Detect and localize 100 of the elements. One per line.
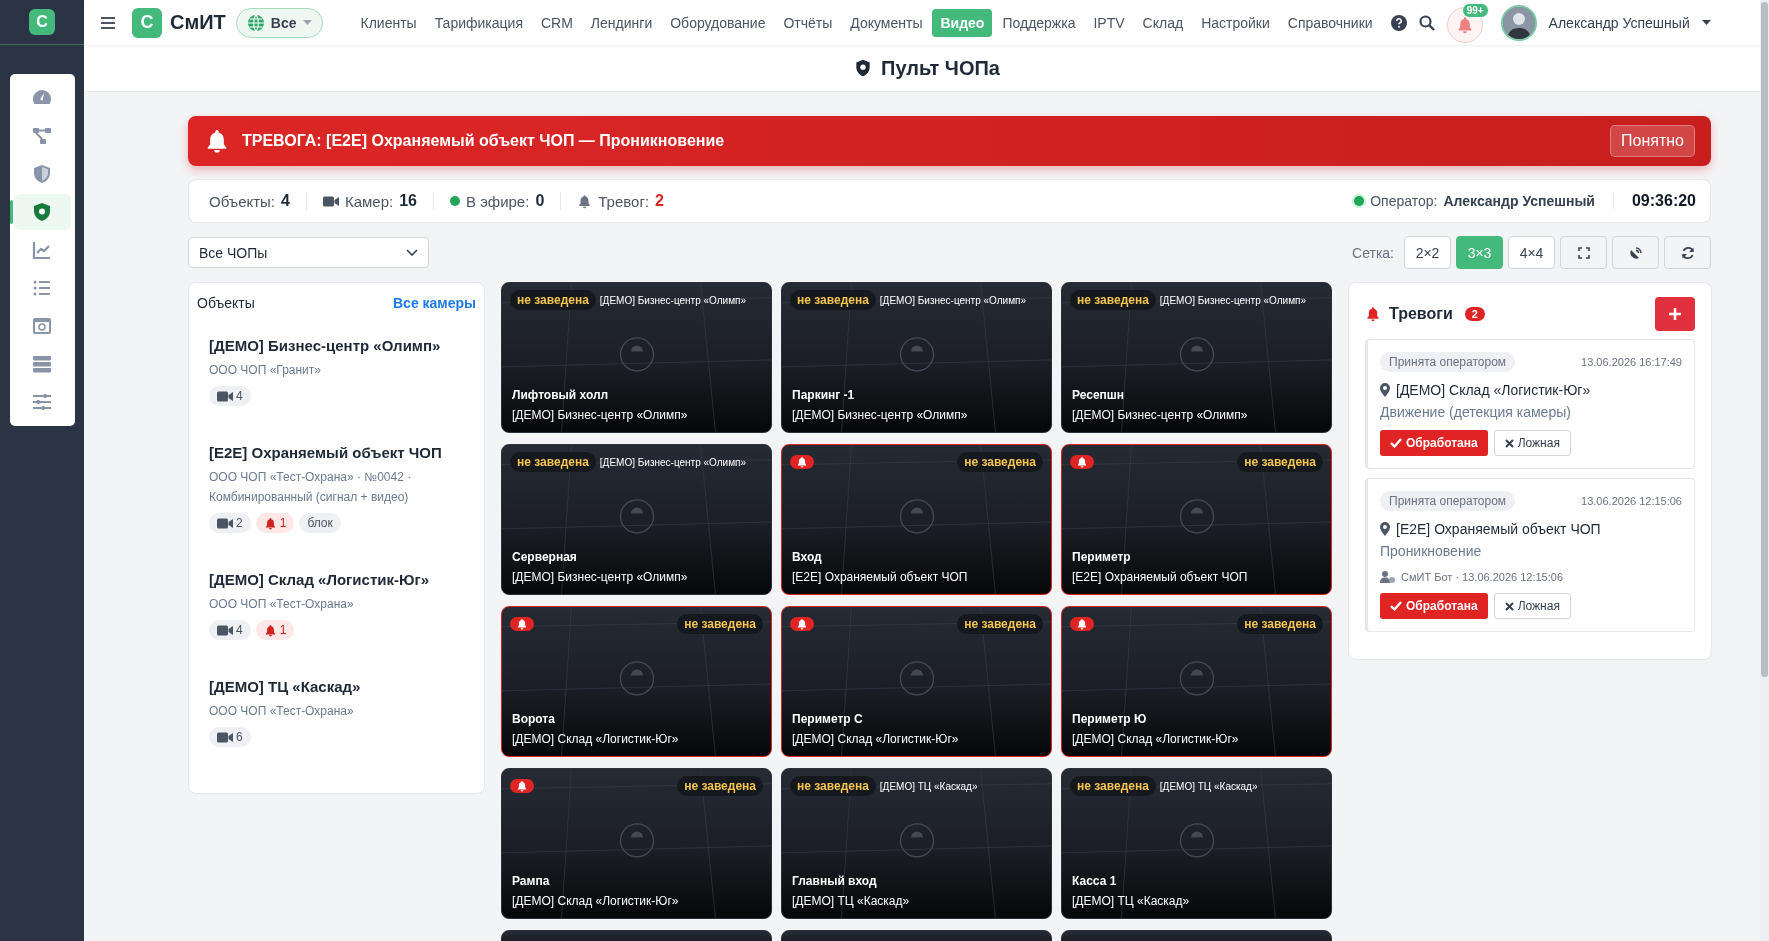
object-subtitle: ООО ЧОП «Тест-Охрана»	[209, 703, 355, 720]
object-name[interactable]: [ДЕМО] Склад «Логистик-Юг»	[209, 571, 460, 588]
alarm-event: Движение (детекция камеры)	[1380, 404, 1572, 420]
alarm-count: 2	[1464, 307, 1485, 321]
tile-object-label: [ДЕМО] Бизнес-центр «Олимп»	[1159, 294, 1306, 306]
camera-tile[interactable]: не заведена [ДЕМО] Бизнес-центр «Олимп» Паркинг -1 [ДЕМО] Бизнес-центр «Олимп»	[781, 282, 1052, 433]
camera-name: Главный вход	[792, 873, 878, 890]
camera-tile[interactable]: не заведена [ДЕМО] ТЦ «Каскад» Касса 1 [ДЕМО] ТЦ «Каскад»	[1061, 768, 1332, 919]
bell-icon	[1076, 618, 1088, 630]
camera-tile[interactable]: не заведена Рампа [ДЕМО] Склад «Логистик-Юг»	[501, 768, 772, 919]
menu-icon[interactable]	[100, 15, 116, 30]
camera-placeholder-icon	[1178, 335, 1215, 372]
tag: блок	[299, 513, 341, 533]
notifications-button[interactable]	[1446, 6, 1483, 43]
camera-tile[interactable]: не заведена Периметр Ю [ДЕМО] Склад «Логистик-Юг»	[1061, 606, 1332, 757]
camera-object: [E2E] Охраняемый объект ЧОП	[1072, 570, 1248, 584]
scrollbar[interactable]	[1760, 0, 1769, 941]
alarm-author: СмИТ Бот · 13.06.2026 12:15:06	[1401, 571, 1564, 583]
camera-object: [ДЕМО] Бизнес-центр «Олимп»	[512, 408, 688, 422]
nav-tab[interactable]: IPTV	[1085, 8, 1133, 37]
camera-object: [E2E] Охраняемый объект ЧОП	[792, 570, 968, 584]
check-icon	[1390, 601, 1402, 611]
alarm-count: 1	[255, 620, 295, 640]
nav-tab[interactable]: CRM	[532, 8, 581, 37]
brand-name[interactable]: СмИТ	[170, 11, 226, 34]
status-badge: не заведена	[510, 452, 596, 472]
add-alarm-button[interactable]	[1655, 297, 1695, 331]
nav-tab[interactable]: Отчёты	[775, 8, 841, 37]
camera-tile[interactable]: не заведена [ДЕМО] ТЦ «Каскад» Главный вход [ДЕМО] ТЦ «Каскад»	[781, 768, 1052, 919]
avatar[interactable]	[1500, 4, 1537, 41]
stat-value: 4	[281, 192, 290, 210]
acknowledge-button[interactable]: Понятно	[1610, 125, 1695, 157]
camera-count: 4	[209, 620, 251, 640]
alarm-time: 13.06.2026 16:17:49	[1581, 356, 1682, 368]
camera-icon	[322, 195, 339, 207]
help-icon[interactable]	[1390, 14, 1407, 31]
stat-label: Камер:	[344, 192, 394, 210]
location-pin-icon	[1380, 383, 1390, 397]
user-name[interactable]: Александр Успешный	[1548, 14, 1690, 31]
camera-placeholder-icon	[1178, 497, 1215, 534]
camera-placeholder-icon	[1178, 659, 1215, 696]
bell-icon	[796, 618, 808, 630]
nav-tab[interactable]: Документы	[842, 8, 931, 37]
processed-button[interactable]: Обработана	[1380, 430, 1488, 456]
camera-object: [ДЕМО] Склад «Логистик-Юг»	[512, 732, 679, 746]
nav-tab[interactable]: Тарификация	[426, 8, 531, 37]
camera-name: Серверная	[512, 549, 578, 566]
company-select[interactable]: Все ЧОПы	[188, 237, 429, 268]
camera-placeholder-icon	[898, 821, 935, 858]
tile-object-label: [ДЕМО] ТЦ «Каскад»	[879, 780, 978, 792]
object-name[interactable]: [E2E] Охраняемый объект ЧОП	[209, 444, 460, 461]
caret-icon	[302, 20, 312, 25]
nav-tab[interactable]: Склад	[1134, 8, 1192, 37]
grid-size-button[interactable]: 4×4	[1508, 236, 1555, 269]
status-badge: не заведена	[677, 614, 763, 634]
tile-object-label: [ДЕМО] Бизнес-центр «Олимп»	[879, 294, 1026, 306]
grid-size-button[interactable]: 2×2	[1404, 236, 1451, 269]
sidebar-item[interactable]	[13, 194, 71, 230]
refresh-button[interactable]	[1664, 236, 1711, 269]
satellite-button[interactable]	[1612, 236, 1659, 269]
nav-tab[interactable]: Настройки	[1193, 8, 1278, 37]
nav-tab[interactable]: Лендинги	[582, 8, 661, 37]
bell-icon	[1365, 306, 1381, 322]
nav-tab[interactable]: Справочники	[1279, 8, 1381, 37]
camera-tile[interactable]: не заведена Периметр [E2E] Охраняемый объект ЧОП	[1061, 444, 1332, 595]
caret-icon[interactable]	[1701, 20, 1711, 25]
stat-value: 0	[535, 192, 545, 210]
camera-placeholder-icon	[898, 659, 935, 696]
status-badge: не заведена	[957, 452, 1043, 472]
nav-tab[interactable]: Оборудование	[662, 8, 774, 37]
nav-tab[interactable]: Поддержка	[994, 8, 1084, 37]
scope-dropdown[interactable]: Все	[235, 7, 323, 38]
camera-tile[interactable]: не заведена [ДЕМО] Бизнес-центр «Олимп» Лифтовый холл [ДЕМО] Бизнес-центр «Олимп»	[501, 282, 772, 433]
camera-tile[interactable]: не заведена Ворота [ДЕМО] Склад «Логистик-Юг»	[501, 606, 772, 757]
camera-placeholder-icon	[618, 659, 655, 696]
camera-tile[interactable]: не заведена Вход [E2E] Охраняемый объект ЧОП	[781, 444, 1052, 595]
object-name[interactable]: [ДЕМО] Бизнес-центр «Олимп»	[209, 337, 460, 354]
camera-count: 2	[209, 513, 251, 533]
nav-tab[interactable]: Клиенты	[352, 8, 425, 37]
false-alarm-button[interactable]: Ложная	[1493, 593, 1571, 619]
camera-tile[interactable]: не заведена [ДЕМО] Бизнес-центр «Олимп» Ресепшн [ДЕМО] Бизнес-центр «Олимп»	[1061, 282, 1332, 433]
fullscreen-button[interactable]	[1560, 236, 1607, 269]
operator-label: Оператор:	[1370, 193, 1438, 209]
status-badge: не заведена	[1237, 614, 1323, 634]
status-badge: Принята оператором	[1380, 491, 1516, 511]
camera-tile[interactable]: не заведена [ДЕМО] Бизнес-центр «Олимп» Серверная [ДЕМО] Бизнес-центр «Олимп»	[501, 444, 772, 595]
tile-object-label: [ДЕМО] Бизнес-центр «Олимп»	[599, 294, 746, 306]
camera-tile[interactable]: не заведена Периметр С [ДЕМО] Склад «Логистик-Юг»	[781, 606, 1052, 757]
alarm-message: ТРЕВОГА: [E2E] Охраняемый объект ЧОП — Проникновение	[242, 132, 726, 150]
camera-name: Периметр	[1072, 549, 1132, 566]
object-name[interactable]: [ДЕМО] ТЦ «Каскад»	[209, 678, 460, 695]
panel-title: Объекты	[197, 295, 255, 311]
status-badge: не заведена	[677, 776, 763, 796]
search-icon[interactable]	[1418, 14, 1435, 31]
object-subtitle: ООО ЧОП «Тест-Охрана»	[209, 596, 355, 613]
false-alarm-button[interactable]: Ложная	[1493, 430, 1571, 456]
all-cameras-link[interactable]: Все камеры	[393, 295, 476, 311]
processed-button[interactable]: Обработана	[1380, 593, 1488, 619]
camera-object: [ДЕМО] Бизнес-центр «Олимп»	[792, 408, 968, 422]
camera-icon	[217, 624, 233, 636]
